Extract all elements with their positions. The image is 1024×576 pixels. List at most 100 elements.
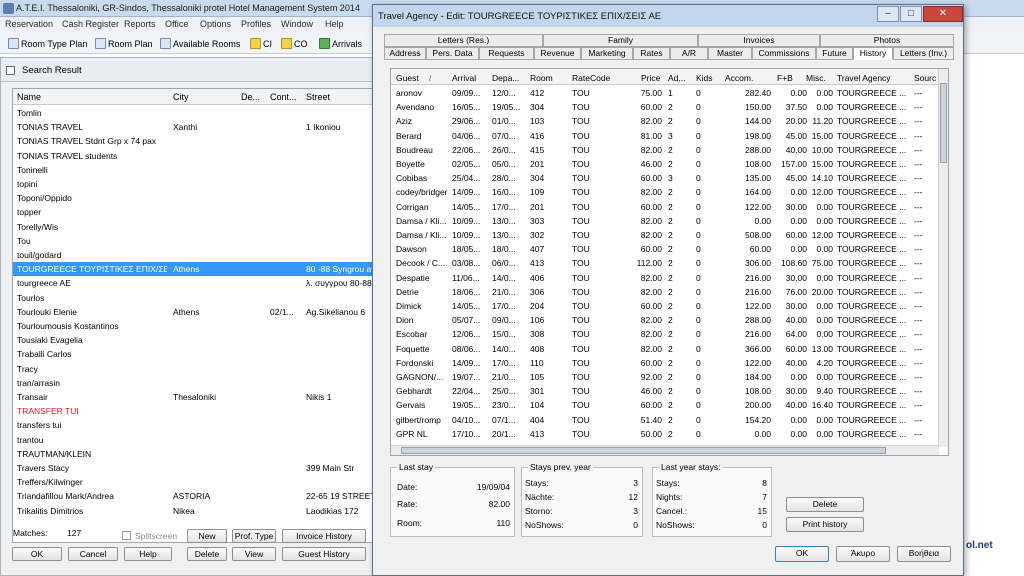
history-row[interactable]: Decook / C... 03/08... 06/0... 413 TOU 112.00… <box>391 256 939 270</box>
col-arrival[interactable]: Arrival <box>452 73 476 83</box>
tab-letters-res[interactable]: Letters (Res.) <box>384 34 543 47</box>
history-row[interactable]: Cobibas 25/04... 28/0... 304 TOU 60.00 3 0 135.0… <box>391 171 939 185</box>
tab-rates[interactable]: Rates <box>633 47 670 60</box>
menu-cash-register[interactable]: Cash Register <box>62 19 119 29</box>
maximize-icon[interactable]: □ <box>900 6 922 22</box>
history-row[interactable]: aronov 09/09... 12/0... 412 TOU 75.00 1 0 282.40… <box>391 86 939 100</box>
search-result-row[interactable]: tourgreece AE λ. συγγρου 80-88 <box>13 276 372 290</box>
history-row[interactable]: Fordonski 14/09... 17/0... 110 TOU 60.00 2 0 122… <box>391 356 939 370</box>
menu-profiles[interactable]: Profiles <box>241 19 271 29</box>
cancel-button[interactable]: Cancel <box>68 547 118 561</box>
history-row[interactable]: codey/bridger 14/09... 16/0... 109 TOU 82.00 2… <box>391 185 939 199</box>
search-result-row[interactable]: Triandafillou Mark/Andrea ASTORIA 22-65 19… <box>13 489 372 503</box>
history-row[interactable]: Avendano 16/05... 19/05... 304 TOU 60.00 2 0 150… <box>391 100 939 114</box>
new-button[interactable]: New <box>187 529 227 543</box>
history-row[interactable]: Dimick 14/05... 17/0... 204 TOU 60.00 2 0 122.00… <box>391 299 939 313</box>
menu-help[interactable]: Help <box>325 19 344 29</box>
col-name[interactable]: Name <box>17 92 41 102</box>
search-result-row[interactable]: Tourlouki Elenie Athens 02/1... Ag.Sikelian… <box>13 305 372 319</box>
history-vertical-scrollbar[interactable] <box>938 69 948 447</box>
tab-future[interactable]: Future <box>816 47 853 60</box>
menu-office[interactable]: Office <box>165 19 188 29</box>
history-row[interactable]: GPR NL 17/10... 20/1... 413 TOU 50.00 2 0 0.00 0.… <box>391 427 939 441</box>
invoice-history-button[interactable]: Invoice History <box>282 529 366 543</box>
history-row[interactable]: gilbert/romp 04/10... 07/1... 404 TOU 51.40 2 0… <box>391 413 939 427</box>
col-price[interactable]: Price <box>641 73 660 83</box>
room-plan-button[interactable]: Room Plan <box>95 36 153 51</box>
search-result-row[interactable]: Tou <box>13 234 372 248</box>
dialog-cancel-button[interactable]: Άκυρο <box>836 546 890 562</box>
search-result-row[interactable]: touil/godard <box>13 248 372 262</box>
search-result-row[interactable]: tran/arrasin <box>13 376 372 390</box>
search-result-row[interactable]: Tourlos <box>13 291 372 305</box>
menu-reservation[interactable]: Reservation <box>5 19 53 29</box>
search-result-row[interactable]: transfers tui <box>13 418 372 432</box>
col-de[interactable]: De... <box>241 92 260 102</box>
search-result-row[interactable]: Tousiaki Evagelia <box>13 333 372 347</box>
view-button[interactable]: View <box>232 547 276 561</box>
history-row[interactable]: Corrigan 14/05... 17/0... 201 TOU 60.00 2 0 122.… <box>391 200 939 214</box>
delete-button[interactable]: Delete <box>187 547 227 561</box>
search-result-row[interactable]: Traballi Carlos <box>13 347 372 361</box>
tab-letters-inv[interactable]: Letters (Inv.) <box>893 47 954 60</box>
splitscreen-checkbox[interactable] <box>122 531 131 540</box>
tab-master[interactable]: Master <box>708 47 752 60</box>
search-result-grid[interactable]: Name City De... Cont... Street Tomlin TON… <box>12 88 373 543</box>
tab-revenue[interactable]: Revenue <box>534 47 581 60</box>
tab-photos[interactable]: Photos <box>820 34 954 47</box>
tab-pers-data[interactable]: Pers. Data <box>426 47 479 60</box>
col-guest[interactable]: Guest <box>396 73 419 83</box>
vertical-scroll-thumb[interactable] <box>940 83 947 163</box>
search-result-row[interactable]: TRAUTMAN/KLEIN <box>13 447 372 461</box>
tab-requests[interactable]: Requests <box>479 47 534 60</box>
col-ratecode[interactable]: RateCode <box>572 73 610 83</box>
history-row[interactable]: Dawson 18/05... 18/0... 407 TOU 60.00 2 0 60.00 0… <box>391 242 939 256</box>
dialog-help-button[interactable]: Βοήθεια <box>897 546 951 562</box>
arrivals-button[interactable]: Arrivals <box>319 36 362 51</box>
history-row[interactable]: Despatie 11/06... 14/0... 406 TOU 82.00 2 0 216.… <box>391 271 939 285</box>
col-kids[interactable]: Kids <box>696 73 713 83</box>
col-cont[interactable]: Cont... <box>270 92 297 102</box>
search-result-row[interactable]: TOURGREECE ΤΟΥΡΙΣΤΙΚΕΣ ΕΠΙΧ/ΣΕΙ... Athens… <box>13 262 372 277</box>
search-result-row[interactable]: Tomlin <box>13 106 372 120</box>
search-result-row[interactable]: Toninelli <box>13 163 372 177</box>
col-fb[interactable]: F+B <box>777 73 793 83</box>
history-row[interactable]: Boyette 02/05... 05/0... 201 TOU 46.00 2 0 108.0… <box>391 157 939 171</box>
history-row[interactable]: GAGNON/... 19/07... 21/0... 105 TOU 92.00 2 0 18… <box>391 370 939 384</box>
ok-button[interactable]: OK <box>12 547 62 561</box>
search-result-row[interactable]: TONIAS TRAVEL Xanthi 1 Ikoniou <box>13 120 372 134</box>
dialog-ok-button[interactable]: OK <box>775 546 829 562</box>
available-rooms-button[interactable]: Available Rooms <box>160 36 240 51</box>
col-source[interactable]: Sourc <box>914 73 936 83</box>
minimize-icon[interactable]: – <box>877 6 899 22</box>
search-result-row[interactable]: topini <box>13 177 372 191</box>
col-departure[interactable]: Depa... <box>492 73 519 83</box>
search-result-row[interactable]: Tracy <box>13 362 372 376</box>
tab-history[interactable]: History <box>853 47 893 60</box>
guest-history-button[interactable]: Guest History <box>282 547 366 561</box>
search-result-row[interactable]: TRANSFER TUI <box>13 404 372 418</box>
history-grid[interactable]: Guest / Arrival Depa... Room RateCode Pr… <box>390 68 949 456</box>
check-out-button[interactable]: CO <box>281 36 308 51</box>
menu-window[interactable]: Window <box>281 19 313 29</box>
col-adults[interactable]: Ad... <box>668 73 685 83</box>
close-icon[interactable]: ✕ <box>923 6 963 22</box>
history-row[interactable]: Foquette 08/06... 14/0... 408 TOU 82.00 2 0 366.… <box>391 342 939 356</box>
menu-options[interactable]: Options <box>200 19 231 29</box>
col-room[interactable]: Room <box>530 73 553 83</box>
search-result-row[interactable]: Tourloumousis Kostantinos <box>13 319 372 333</box>
history-row[interactable]: Dion 05/07... 09/0... 106 TOU 82.00 2 0 288.00 40… <box>391 313 939 327</box>
search-result-row[interactable]: Toponi/Oppido <box>13 191 372 205</box>
tab-invoices[interactable]: Invoices <box>698 34 820 47</box>
col-misc[interactable]: Misc. <box>806 73 826 83</box>
print-history-button[interactable]: Print history <box>786 517 864 532</box>
check-in-button[interactable]: CI <box>250 36 272 51</box>
search-result-row[interactable]: Torelly/Wis <box>13 220 372 234</box>
history-row[interactable]: Aziz 29/06... 01/0... 103 TOU 82.00 2 0 144.00 20… <box>391 114 939 128</box>
search-result-row[interactable]: TONIAS TRAVEL Stdnt Grp x 74 pax <box>13 134 372 148</box>
history-row[interactable]: Damsa / Kli... 10/09... 13/0... 302 TOU 82.00… <box>391 228 939 242</box>
col-city[interactable]: City <box>173 92 189 102</box>
col-accom[interactable]: Accom. <box>725 73 753 83</box>
history-row[interactable]: Gervais 19/05... 23/0... 104 TOU 60.00 2 0 200.0… <box>391 398 939 412</box>
history-row[interactable]: Escobar 12/06... 15/0... 308 TOU 82.00 2 0 216.0… <box>391 327 939 341</box>
